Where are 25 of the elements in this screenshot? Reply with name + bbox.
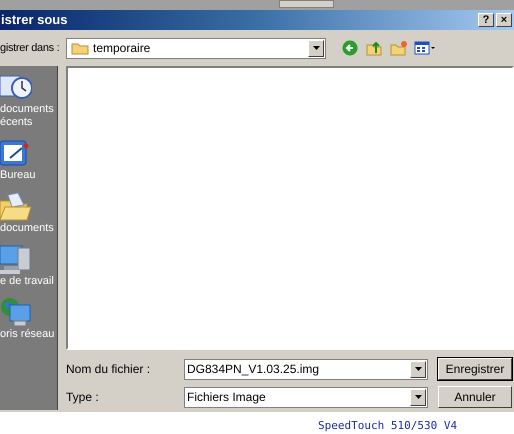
- file-name-label: Nom du fichier :: [66, 361, 152, 378]
- folder-icon: [71, 41, 89, 55]
- back-icon[interactable]: [342, 40, 358, 56]
- window-title: istrer sous: [1, 11, 68, 30]
- place-label[interactable]: e de travail: [0, 275, 54, 288]
- up-folder-icon[interactable]: [366, 40, 382, 56]
- help-button[interactable]: ?: [478, 13, 494, 27]
- network-icon[interactable]: [0, 297, 32, 328]
- save-in-label: gistrer dans :: [0, 40, 60, 56]
- cancel-button[interactable]: Annuler: [438, 386, 512, 408]
- close-button[interactable]: ×: [496, 13, 512, 27]
- place-label[interactable]: documents écents: [0, 103, 54, 129]
- file-type-dropdown[interactable]: Fichiers Image: [184, 386, 428, 408]
- save-in-dropdown[interactable]: temporaire: [66, 38, 326, 58]
- background-text: SpeedTouch 510/530 V4: [318, 418, 458, 434]
- computer-icon[interactable]: [0, 244, 32, 275]
- file-name-field[interactable]: DG834PN_V1.03.25.img: [184, 358, 428, 380]
- new-folder-icon[interactable]: [390, 40, 408, 56]
- save-button[interactable]: Enregistrer: [438, 358, 512, 380]
- place-label[interactable]: oris réseau: [0, 328, 54, 341]
- place-label[interactable]: documents: [0, 222, 54, 235]
- file-type-label: Type :: [66, 389, 100, 406]
- view-menu-icon[interactable]: [414, 40, 436, 56]
- documents-icon[interactable]: [0, 191, 32, 222]
- place-label[interactable]: Bureau: [0, 169, 36, 182]
